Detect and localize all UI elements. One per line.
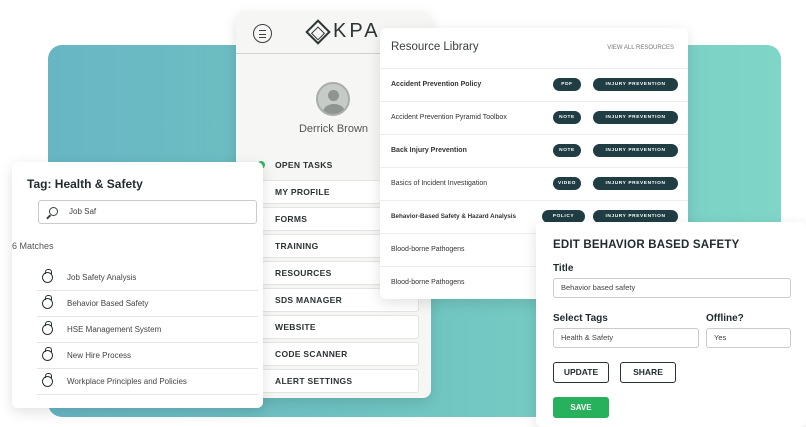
update-button[interactable]: UPDATE <box>553 362 609 383</box>
tag-search-card: Tag: Health & Safety Job Saf 6 Matches J… <box>12 162 263 408</box>
document-icon <box>42 373 53 387</box>
library-title: Resource Library <box>391 41 479 53</box>
resource-name: Accident Prevention Pyramid Toolbox <box>391 114 507 121</box>
type-badge[interactable]: NOTE <box>553 144 581 157</box>
matches-count: 6 Matches <box>12 241 54 251</box>
sidebar-item-website[interactable]: WEBSITE <box>249 315 419 339</box>
title-label: Title <box>553 263 574 274</box>
tags-select[interactable]: Health & Safety <box>553 328 699 348</box>
library-row[interactable]: Back Injury Prevention NOTE INJURY PREVE… <box>380 134 688 167</box>
type-badge[interactable]: VIDEO <box>553 177 581 190</box>
document-icon <box>42 321 53 335</box>
sidebar-item-alert-settings[interactable]: ALERT SETTINGS <box>249 369 419 393</box>
result-label: Behavior Based Safety <box>67 299 149 308</box>
sidebar-item-label: OPEN TASKS <box>275 160 333 170</box>
title-field[interactable]: Behavior based safety <box>553 278 791 298</box>
resource-name: Behavior-Based Safety & Hazard Analysis <box>391 213 517 220</box>
list-item[interactable]: Workplace Principles and Policies <box>37 369 258 395</box>
offline-select[interactable]: Yes <box>706 328 791 348</box>
search-input[interactable]: Job Saf <box>38 200 257 224</box>
avatar[interactable] <box>316 82 350 116</box>
kpa-logo-icon <box>305 18 331 45</box>
category-badge[interactable]: INJURY PREVENTION <box>593 144 678 157</box>
sidebar-item-label: ALERT SETTINGS <box>275 376 353 386</box>
category-badge[interactable]: INJURY PREVENTION <box>593 78 678 91</box>
type-badge[interactable]: PDF <box>553 78 581 91</box>
resource-name: Basics of Incident Investigation <box>391 180 488 187</box>
search-icon <box>49 207 58 216</box>
resource-name: Accident Prevention Policy <box>391 81 482 88</box>
logo-text: KPA <box>333 20 381 42</box>
document-icon <box>42 269 53 283</box>
result-label: Job Safety Analysis <box>67 273 137 282</box>
resource-name: Blood-borne Pathogens <box>391 246 465 253</box>
search-query: Job Saf <box>69 207 97 216</box>
list-item[interactable]: New Hire Process <box>37 343 258 369</box>
result-label: Workplace Principles and Policies <box>67 377 187 386</box>
edit-title: EDIT BEHAVIOR BASED SAFETY <box>553 239 740 251</box>
save-button[interactable]: SAVE <box>553 397 609 418</box>
document-icon <box>42 347 53 361</box>
sidebar-item-code-scanner[interactable]: CODE SCANNER <box>249 342 419 366</box>
library-row[interactable]: Basics of Incident Investigation VIDEO I… <box>380 167 688 200</box>
list-item[interactable]: HSE Management System <box>37 317 258 343</box>
sidebar-item-label: TRAINING <box>275 241 319 251</box>
tags-label: Select Tags <box>553 313 608 324</box>
view-all-resources-link[interactable]: VIEW ALL RESOURCES <box>607 45 674 51</box>
document-icon <box>42 295 53 309</box>
library-row[interactable]: Accident Prevention Pyramid Toolbox NOTE… <box>380 101 688 134</box>
result-label: New Hire Process <box>67 351 132 360</box>
list-item[interactable]: Behavior Based Safety <box>37 291 258 317</box>
share-button[interactable]: SHARE <box>620 362 676 383</box>
sidebar-item-label: WEBSITE <box>275 322 316 332</box>
kpa-logo: KPA <box>305 18 381 45</box>
edit-resource-card: EDIT BEHAVIOR BASED SAFETY Title Behavio… <box>536 222 806 427</box>
category-badge[interactable]: INJURY PREVENTION <box>593 111 678 124</box>
tag-title: Tag: Health & Safety <box>27 177 143 191</box>
category-badge[interactable]: INJURY PREVENTION <box>593 177 678 190</box>
sidebar-item-label: RESOURCES <box>275 268 332 278</box>
library-row[interactable]: Accident Prevention Policy PDF INJURY PR… <box>380 68 688 101</box>
list-item[interactable]: Job Safety Analysis <box>37 265 258 291</box>
type-badge[interactable]: NOTE <box>553 111 581 124</box>
resource-name: Blood-borne Pathogens <box>391 279 465 286</box>
sidebar-item-label: MY PROFILE <box>275 187 330 197</box>
sidebar-item-label: SDS MANAGER <box>275 295 343 305</box>
hamburger-menu-icon[interactable] <box>253 24 272 43</box>
offline-label: Offline? <box>706 313 744 324</box>
sidebar-item-label: FORMS <box>275 214 308 224</box>
result-label: HSE Management System <box>67 325 162 334</box>
resource-name: Back Injury Prevention <box>391 147 467 154</box>
sidebar-item-label: CODE SCANNER <box>275 349 348 359</box>
